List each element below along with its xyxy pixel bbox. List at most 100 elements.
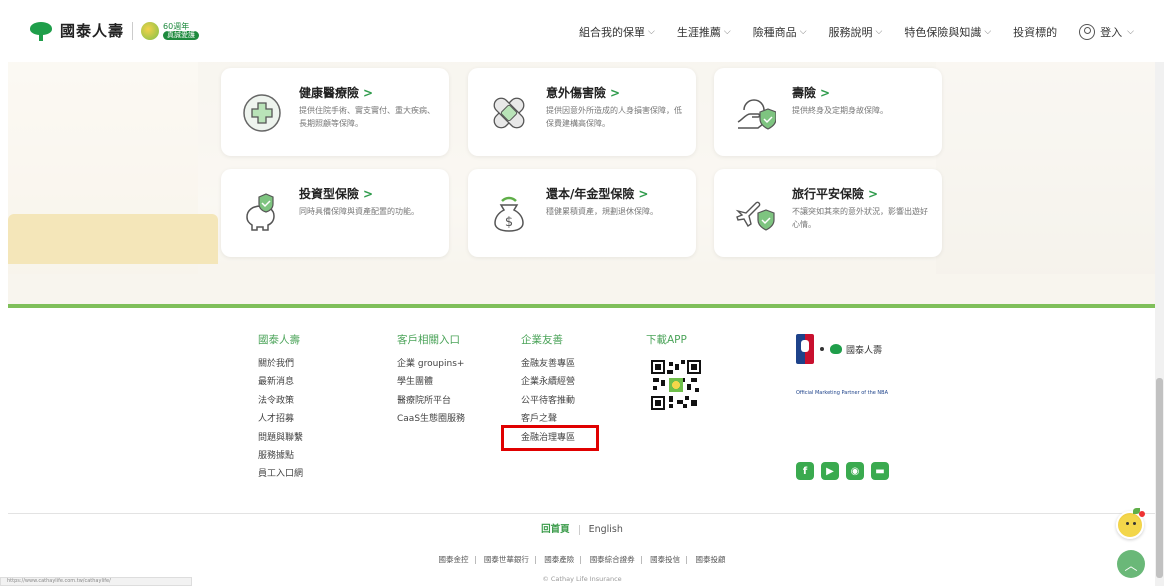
card-title: 意外傷害險 > — [546, 86, 621, 100]
card-life[interactable]: 壽險 > 提供終身及定期身故保障。 — [714, 68, 942, 156]
subsidiary-link[interactable]: 國泰投信 — [650, 555, 680, 564]
footer-link-hospital-platform[interactable]: 醫療院所平台 — [397, 392, 465, 410]
chevron-down-icon: ⌵ — [1127, 27, 1134, 37]
card-desc: 提供住院手術、實支實付、重大疾病、長期照顧等保障。 — [299, 106, 435, 128]
footer-link-groupins[interactable]: 企業 groupins+ — [397, 355, 465, 373]
facebook-icon[interactable]: f — [796, 462, 814, 480]
nav-services[interactable]: 服務說明 ⌵ — [829, 24, 883, 40]
card-health-medical[interactable]: 健康醫療險 > 提供住院手術、實支實付、重大疾病、長期照顧等保障。 — [221, 68, 449, 156]
youtube-icon[interactable]: ▶ — [821, 462, 839, 480]
subsidiary-link[interactable]: 國泰綜合證券 — [590, 555, 635, 564]
nav-products[interactable]: 險種商品 ⌵ — [753, 24, 807, 40]
nav-label: 險種商品 — [752, 26, 797, 39]
card-desc: 提供終身及定期身故保障。 — [792, 106, 888, 115]
card-annuity[interactable]: $ 還本/年金型保險 > 穩健累積資產，規劃退休保障。 — [468, 169, 696, 257]
nav-combo-policy[interactable]: 組合我的保單 ⌵ — [579, 24, 655, 40]
tree-logo-icon — [30, 21, 52, 41]
site-header: 國泰人壽 60週年 真誠愛護 組合我的保單 ⌵ 生涯推薦 ⌵ 險種商品 ⌵ 服務說明 ⌵… — [0, 0, 1164, 62]
anniversary-globe-icon — [141, 21, 160, 40]
card-desc: 同時具備保障與資產配置的功能。 — [299, 207, 419, 216]
arrow-right-icon: > — [820, 86, 831, 100]
footer-link-employee-portal[interactable]: 員工入口網 — [258, 465, 303, 483]
page-scrollbar[interactable] — [1155, 0, 1164, 586]
brand-logo[interactable]: 國泰人壽 60週年 真誠愛護 — [30, 20, 200, 41]
airplane-shield-icon — [735, 201, 775, 231]
lang-separator — [578, 524, 580, 535]
card-desc: 不讓突如其來的意外狀況，影響出遊好心情。 — [792, 207, 928, 229]
social-links: f ▶ ◉ ▬ — [796, 462, 889, 480]
footer-col-heading: 國泰人壽 — [258, 334, 300, 346]
podcast-icon[interactable]: ◉ — [846, 462, 864, 480]
user-icon — [1079, 24, 1096, 40]
line-icon[interactable]: ▬ — [871, 462, 889, 480]
subsidiary-links: 國泰金控 國泰世華銀行 國泰產險 國泰綜合證券 國泰投信 國泰投顧 — [0, 554, 1164, 565]
svg-text:$: $ — [505, 215, 513, 230]
bandage-icon — [493, 97, 525, 129]
section-divider — [8, 304, 1156, 308]
footer-divider — [8, 513, 1156, 514]
footer-link-student-group[interactable]: 學生團體 — [397, 373, 465, 391]
chevron-down-icon: ⌵ — [799, 27, 807, 37]
subsidiary-link[interactable]: 國泰投顧 — [695, 555, 725, 564]
anniversary-pill: 真誠愛護 — [163, 30, 200, 40]
nba-partnership[interactable]: 國泰人壽 — [796, 334, 882, 364]
card-title: 旅行平安保險 > — [792, 187, 879, 201]
back-to-top-button[interactable]: ︿ — [1117, 550, 1145, 578]
chevron-down-icon: ⌵ — [984, 27, 992, 37]
footer-link-locations[interactable]: 服務據點 — [258, 447, 303, 465]
arrow-right-icon: > — [638, 187, 649, 201]
brand-name: 國泰人壽 — [60, 22, 125, 40]
card-title: 壽險 > — [792, 86, 831, 100]
card-desc: 提供因意外所造成的人身損害保障，低保費建構高保障。 — [546, 106, 682, 128]
login-label: 登入 — [1100, 26, 1123, 39]
nav-career-recommend[interactable]: 生涯推薦 ⌵ — [677, 24, 731, 40]
card-accident[interactable]: 意外傷害險 > 提供因意外所造成的人身損害保障，低保費建構高保障。 — [468, 68, 696, 156]
arrow-right-icon: > — [363, 187, 374, 201]
chevron-down-icon: ⌵ — [723, 27, 731, 37]
medical-cross-icon — [243, 94, 281, 132]
footer-col-heading: 客戶相關入口 — [397, 334, 460, 346]
footer-link-sustainability[interactable]: 企業永續經營 — [521, 373, 575, 391]
nav-label: 特色保險與知識 — [904, 26, 982, 39]
english-link[interactable]: English — [589, 524, 623, 535]
footer-link-news[interactable]: 最新消息 — [258, 373, 303, 391]
chevron-up-icon: ︿ — [1124, 558, 1138, 574]
footer-link-careers[interactable]: 人才招募 — [258, 410, 303, 428]
mascot-eye — [1133, 522, 1136, 525]
nba-brand: 國泰人壽 — [830, 343, 882, 356]
chevron-down-icon: ⌵ — [648, 27, 655, 37]
scrollbar-thumb[interactable] — [1156, 378, 1163, 578]
subsidiary-link[interactable]: 國泰金控 — [439, 555, 469, 564]
language-switch: 回首頁 English — [0, 521, 1164, 535]
arrow-right-icon: > — [868, 187, 879, 201]
chatbot-mascot-button[interactable] — [1116, 508, 1145, 539]
arrow-right-icon: > — [610, 86, 621, 100]
footer-link-financial-friendly[interactable]: 金融友善專區 — [521, 355, 575, 373]
footer-link-fair-treatment[interactable]: 公平待客推動 — [521, 392, 575, 410]
footer-col-company: 國泰人壽 關於我們 最新消息 法令政策 人才招募 問題與聯繫 服務據點 員工入口… — [258, 332, 303, 484]
footer-link-caas[interactable]: CaaS生態圈服務 — [397, 410, 465, 428]
arrow-right-icon: > — [363, 86, 374, 100]
nav-label: 組合我的保單 — [579, 26, 646, 39]
footer-link-policy[interactable]: 法令政策 — [258, 392, 303, 410]
main-nav: 組合我的保單 ⌵ 生涯推薦 ⌵ 險種商品 ⌵ 服務說明 ⌵ 特色保險與知識 ⌵ 投資標的 … — [579, 24, 1134, 40]
anniversary-text: 60週年 — [163, 21, 190, 31]
nav-investment[interactable]: 投資標的 — [1013, 24, 1057, 40]
footer-link-contact[interactable]: 問題與聯繫 — [258, 429, 303, 447]
separator-dot — [820, 347, 824, 351]
card-desc: 穩健累積資產，規劃退休保障。 — [546, 207, 658, 216]
anniversary-badge: 60週年 真誠愛護 — [141, 21, 200, 40]
nav-knowledge[interactable]: 特色保險與知識 ⌵ — [904, 24, 991, 40]
footer-link-about[interactable]: 關於我們 — [258, 355, 303, 373]
status-bar-url: https://www.cathaylife.com.tw/cathaylife… — [0, 577, 192, 586]
card-travel[interactable]: 旅行平安保險 > 不讓突如其來的意外狀況，影響出遊好心情。 — [714, 169, 942, 257]
login-button[interactable]: 登入 ⌵ — [1079, 24, 1134, 40]
notification-dot — [1139, 511, 1145, 517]
subsidiary-link[interactable]: 國泰產險 — [544, 555, 574, 564]
chevron-down-icon: ⌵ — [875, 27, 883, 37]
card-investment[interactable]: 投資型保險 > 同時具備保障與資產配置的功能。 — [221, 169, 449, 257]
app-qr-code[interactable] — [651, 360, 701, 410]
home-link[interactable]: 回首頁 — [541, 524, 570, 535]
hand-shield-icon — [737, 99, 776, 130]
subsidiary-link[interactable]: 國泰世華銀行 — [484, 555, 529, 564]
